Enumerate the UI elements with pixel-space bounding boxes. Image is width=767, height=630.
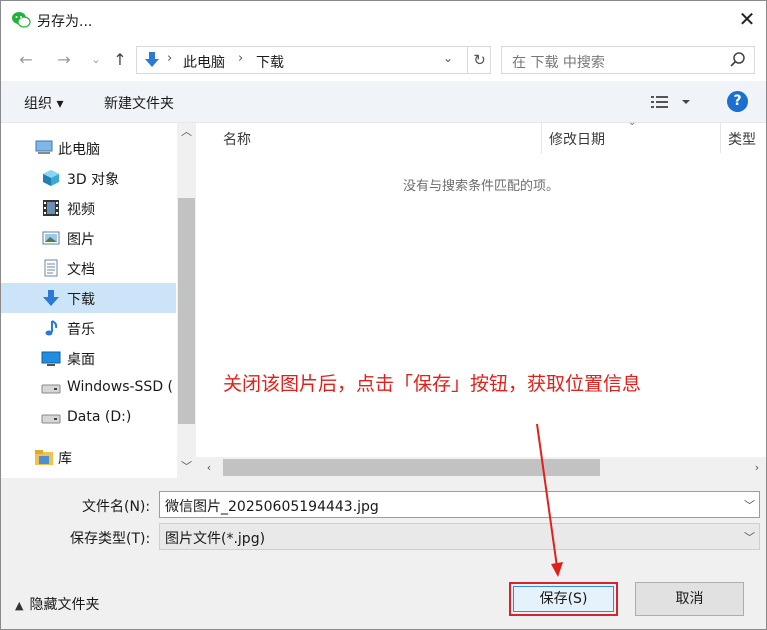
scroll-up-icon[interactable]: ︿ [177,123,196,141]
sidebar-item-documents[interactable]: 文档 [1,253,176,283]
hide-folders-toggle[interactable]: ▲ 隐藏文件夹 [15,594,99,614]
search-box[interactable]: 在 下载 中搜索 [501,46,755,74]
breadcrumb-downloads[interactable]: 下载 [256,52,284,72]
download-folder-icon [145,52,159,67]
file-list: 名称 ⌄ 修改日期 类型 没有与搜索条件匹配的项。 关闭该图片后，点击「保存」按… [196,117,766,478]
navigation-pane: 此电脑 3D 对象 视频 图片 文档 下载 音乐 桌面 Windows-SSD … [1,123,177,478]
scroll-down-icon[interactable]: ﹀ [177,458,196,476]
filename-field[interactable]: 微信图片_20250605194443.jpg ﹀ [159,491,760,518]
sidebar-item-label: 下载 [67,292,95,308]
help-icon[interactable]: ? [727,91,748,112]
scroll-right-icon[interactable]: › [748,457,766,478]
music-icon [45,320,58,336]
save-form-panel: 文件名(N): 微信图片_20250605194443.jpg ﹀ 保存类型(T… [1,478,766,629]
close-button[interactable]: ✕ [736,8,758,30]
search-icon [730,52,745,67]
sidebar-item-label: 文档 [67,262,95,278]
sidebar-item-label: Data (D:) [67,409,132,425]
sidebar-item-videos[interactable]: 视频 [1,193,176,223]
sort-indicator-icon: ⌄ [628,117,637,128]
chevron-up-icon: ▲ [15,599,24,612]
sidebar-item-pictures[interactable]: 图片 [1,223,176,253]
save-button[interactable]: 保存(S) [509,582,618,616]
computer-icon [35,140,53,154]
organize-button[interactable]: 组织 ▾ [24,93,63,113]
title-bar: 另存为... ✕ [1,1,766,39]
empty-list-message: 没有与搜索条件匹配的项。 [402,179,559,194]
library-icon [35,450,53,465]
scroll-left-icon[interactable]: ‹ [200,457,218,478]
refresh-icon[interactable]: ↻ [467,47,491,73]
3d-objects-icon [43,170,59,186]
chevron-down-icon[interactable]: ﹀ [744,497,755,513]
scrollbar-thumb[interactable] [223,459,600,476]
sidebar-item-label: 音乐 [67,322,95,338]
sidebar-item-label: 库 [58,451,72,467]
sidebar-item-data-drive[interactable]: Data (D:) [1,403,176,433]
column-header-type[interactable]: 类型 [728,129,756,149]
navigation-bar: ← → ⌄ ↑ › 此电脑 › 下载 ⌄ ↻ 在 下载 中搜索 [1,39,766,81]
command-bar: 组织 ▾ 新建文件夹 ? [1,81,766,123]
filetype-value: 图片文件(*.jpg) [165,531,266,547]
sidebar-item-downloads[interactable]: 下载 [1,283,176,313]
filetype-select[interactable]: 图片文件(*.jpg) ﹀ [159,523,760,550]
chevron-down-icon[interactable]: ﹀ [744,529,755,545]
window-title: 另存为... [37,14,93,30]
wechat-icon [12,12,31,28]
up-arrow-icon[interactable]: ↑ [109,49,131,71]
breadcrumb-this-pc[interactable]: 此电脑 [183,52,225,72]
drive-icon [41,414,61,424]
video-icon [43,200,59,216]
column-divider[interactable] [720,123,721,153]
sidebar-item-label: 此电脑 [58,142,100,158]
filename-input[interactable]: 微信图片_20250605194443.jpg [165,496,379,516]
sidebar-item-label: 视频 [67,202,95,218]
hide-folders-label: 隐藏文件夹 [29,597,100,613]
sidebar-item-music[interactable]: 音乐 [1,313,176,343]
cancel-button[interactable]: 取消 [635,582,744,616]
sidebar-item-libraries[interactable]: 库 [1,442,176,472]
sidebar-item-label: 图片 [67,232,95,248]
sidebar-item-label: 3D 对象 [67,172,120,188]
sidebar-item-this-pc[interactable]: 此电脑 [1,133,176,163]
sidebar-item-desktop[interactable]: 桌面 [1,343,176,373]
document-icon [44,259,58,277]
navigation-pane-scrollbar[interactable]: ︿ ﹀ [177,123,196,478]
instruction-annotation: 关闭该图片后，点击「保存」按钮，获取位置信息 [223,373,642,395]
recent-locations-icon[interactable]: ⌄ [85,49,107,71]
column-header-date[interactable]: 修改日期 [549,129,605,149]
sidebar-item-label: Windows-SSD ( [67,379,174,395]
save-as-dialog: 另存为... ✕ ← → ⌄ ↑ › 此电脑 › 下载 ⌄ ↻ 在 下载 中搜索 [0,0,767,630]
column-divider[interactable] [541,123,542,153]
sidebar-item-3d-objects[interactable]: 3D 对象 [1,163,176,193]
view-options-icon[interactable] [651,94,691,110]
back-arrow-icon[interactable]: ← [15,49,37,71]
column-header-name[interactable]: 名称 [223,129,251,149]
breadcrumb-separator-icon: › [167,51,173,66]
filetype-label: 保存类型(T): [70,531,151,547]
forward-arrow-icon[interactable]: → [53,49,75,71]
scrollbar-thumb[interactable] [178,198,195,424]
search-input[interactable]: 在 下载 中搜索 [512,52,605,72]
desktop-icon [41,351,61,366]
picture-icon [42,231,60,245]
address-dropdown-icon[interactable]: ⌄ [443,51,453,65]
file-list-horizontal-scrollbar[interactable]: ‹ › [196,457,766,478]
drive-icon [41,384,61,394]
download-icon [43,290,59,306]
new-folder-button[interactable]: 新建文件夹 [104,93,174,113]
sidebar-item-label: 桌面 [67,352,95,368]
address-bar[interactable]: › 此电脑 › 下载 ⌄ ↻ [136,46,491,74]
filename-label: 文件名(N): [82,499,151,515]
breadcrumb-separator-icon: › [238,51,244,66]
sidebar-item-windows-ssd[interactable]: Windows-SSD ( [1,373,176,403]
